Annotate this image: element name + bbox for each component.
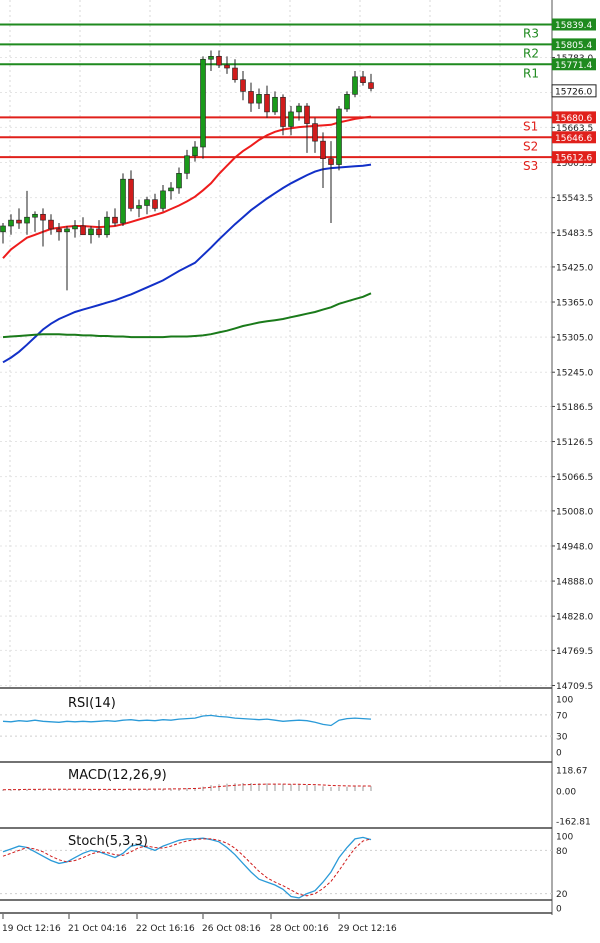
candle-body (352, 76, 358, 95)
candle-body (32, 213, 38, 218)
level-price-label: 15612.6 (555, 154, 592, 164)
price-axis-label: 15186.5 (556, 403, 593, 413)
price-axis-label: 15365.0 (556, 299, 593, 309)
rsi-axis-label: 0 (556, 749, 562, 759)
candle-body (176, 173, 182, 189)
stoch-axis-label: 100 (556, 833, 573, 843)
price-axis-label: 14888.0 (556, 578, 593, 588)
candle-body (368, 82, 374, 89)
rsi-label: RSI(14) (68, 696, 116, 711)
level-price-label: 15771.4 (555, 61, 592, 71)
candle-body (96, 228, 102, 236)
stoch-label: Stoch(5,3,3) (68, 834, 148, 849)
stoch-axis-label: 80 (556, 847, 568, 857)
price-axis-label: 15008.0 (556, 507, 593, 517)
candle-body (232, 67, 238, 81)
level-name-s1: S1 (523, 119, 538, 133)
candle-body (336, 108, 342, 165)
candle-body (200, 58, 206, 148)
candle-body (64, 228, 70, 233)
candle-body (144, 199, 150, 206)
rsi-axis-label: 100 (556, 696, 573, 706)
candle-body (320, 140, 326, 160)
time-axis-label: 21 Oct 04:16 (68, 924, 127, 934)
candle-body (304, 105, 310, 124)
macd-axis-label: 118.67 (556, 767, 588, 777)
stoch-axis-label: 20 (556, 890, 568, 900)
candle-body (248, 91, 254, 104)
candle-body (272, 96, 278, 113)
price-axis-label: 14828.0 (556, 613, 593, 623)
candle-body (208, 56, 214, 60)
rsi-axis-label: 30 (556, 733, 568, 743)
candle-body (192, 146, 198, 157)
candle-body (112, 216, 118, 224)
stoch-axis-label: 0 (556, 905, 562, 915)
candle-body (8, 219, 14, 227)
level-price-label: 15839.4 (555, 21, 592, 31)
candle-body (216, 56, 222, 66)
macd-label: MACD(12,26,9) (68, 768, 167, 783)
candle-body (344, 94, 350, 110)
candle-body (328, 158, 334, 165)
candle-body (256, 94, 262, 104)
price-axis-label: 15425.0 (556, 263, 593, 273)
candle-body (240, 79, 246, 92)
price-axis-label: 14709.5 (556, 682, 593, 692)
candle-body (224, 64, 230, 69)
price-axis-label: 15066.5 (556, 473, 593, 483)
level-name-r1: R1 (523, 66, 539, 80)
background (0, 0, 600, 939)
time-axis-label: 19 Oct 12:16 (2, 924, 61, 934)
candle-body (48, 219, 54, 230)
level-price-label: 15680.6 (555, 114, 592, 124)
candle-body (80, 225, 86, 236)
candle-body (184, 155, 190, 174)
level-price-label: 15805.4 (555, 41, 592, 51)
price-axis-label: 15245.0 (556, 369, 593, 379)
candle-body (264, 94, 270, 113)
level-name-s2: S2 (523, 139, 538, 153)
price-axis-label: 14948.0 (556, 542, 593, 552)
candle-body (56, 228, 62, 233)
candle-body (40, 213, 46, 221)
candle-body (312, 123, 318, 142)
price-axis-label: 14769.5 (556, 647, 593, 657)
candle-body (288, 111, 294, 127)
macd-axis-label: 0.00 (556, 788, 576, 798)
candle-body (0, 225, 6, 233)
candle-body (120, 178, 126, 224)
level-name-r2: R2 (523, 46, 539, 60)
price-axis-label: 15305.0 (556, 334, 593, 344)
chart-root: 15839.415783.015723.115663.515603.515543… (0, 0, 600, 939)
level-name-s3: S3 (523, 159, 538, 173)
candle-body (160, 190, 166, 209)
candle-body (88, 228, 94, 236)
candle-body (136, 205, 142, 209)
time-axis-label: 29 Oct 12:16 (338, 924, 397, 934)
current-price-label: 15726.0 (555, 87, 592, 97)
candle-body (16, 219, 22, 224)
time-axis-label: 26 Oct 08:16 (202, 924, 261, 934)
level-name-r3: R3 (523, 27, 539, 41)
level-price-label: 15646.6 (555, 134, 592, 144)
candle-body (72, 225, 78, 230)
candle-body (168, 187, 174, 192)
time-axis-label: 22 Oct 16:16 (136, 924, 195, 934)
candle-body (24, 216, 30, 224)
time-axis-label: 28 Oct 00:16 (270, 924, 329, 934)
price-axis-label: 15543.5 (556, 194, 593, 204)
candle-body (280, 96, 286, 127)
candle-body (152, 199, 158, 209)
price-axis-label: 15483.5 (556, 229, 593, 239)
rsi-axis-label: 70 (556, 711, 568, 721)
candle-body (104, 216, 110, 236)
candle-body (360, 76, 366, 83)
chart-canvas: 15839.415783.015723.115663.515603.515543… (0, 0, 600, 939)
candle-body (128, 178, 134, 209)
candle-body (296, 105, 302, 113)
macd-axis-label: -162.81 (556, 818, 591, 828)
price-axis-label: 15126.5 (556, 438, 593, 448)
